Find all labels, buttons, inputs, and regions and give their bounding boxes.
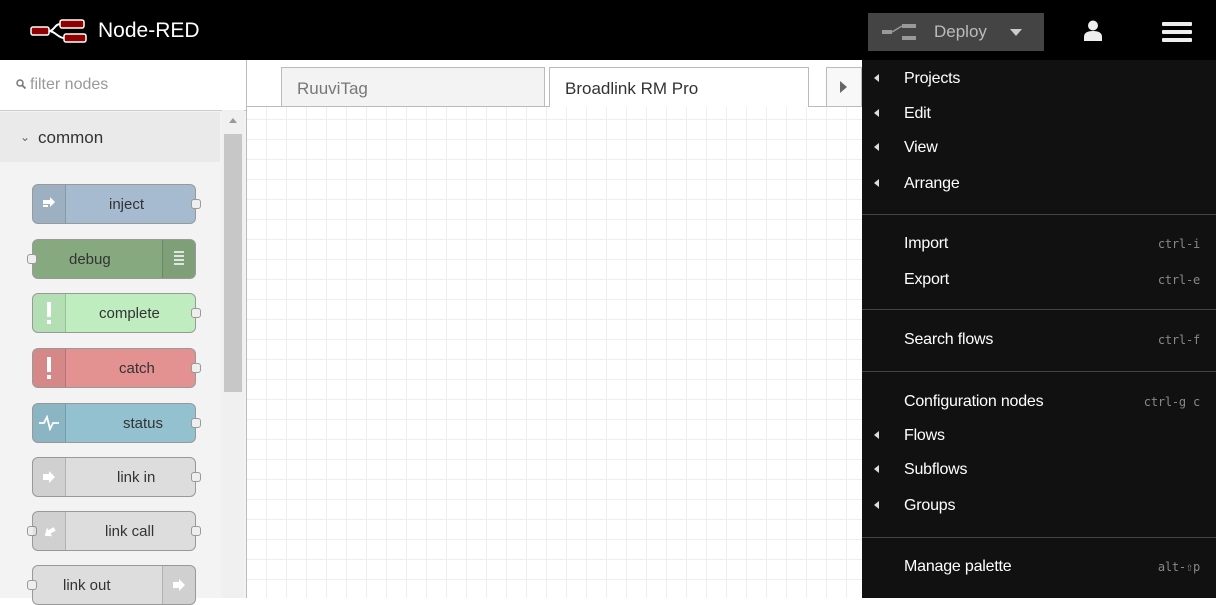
submenu-arrow-icon	[874, 179, 879, 187]
scroll-up-arrow-icon[interactable]	[229, 118, 237, 123]
menu-item-export[interactable]: Export ctrl-e	[862, 263, 1216, 297]
node-red-logo-icon	[30, 18, 88, 44]
arrow-right-icon	[840, 81, 847, 93]
deploy-button[interactable]: Deploy	[868, 13, 1044, 51]
node-label: debug	[69, 251, 111, 268]
menu-divider	[862, 214, 1216, 215]
filter-nodes-input[interactable]	[30, 72, 230, 98]
shortcut-label: alt-⇧p	[1157, 560, 1200, 574]
tab-label: Broadlink RM Pro	[565, 79, 699, 98]
output-port	[191, 418, 201, 428]
deploy-icon	[882, 22, 918, 42]
menu-item-edit[interactable]: Edit	[862, 97, 1216, 131]
tab-broadlink-rm-pro[interactable]: Broadlink RM Pro	[549, 67, 809, 107]
node-label: complete	[99, 305, 160, 322]
palette-node-link-in[interactable]: link in	[32, 457, 201, 497]
menu-divider	[862, 371, 1216, 372]
shortcut-label: ctrl-i	[1157, 237, 1200, 251]
chevron-down-icon: ⌄	[20, 130, 31, 144]
hamburger-menu-icon[interactable]	[1162, 22, 1192, 42]
submenu-arrow-icon	[874, 74, 879, 82]
palette-scrollbar[interactable]	[222, 110, 244, 598]
tab-ruuvitag[interactable]: RuuviTag	[281, 67, 545, 106]
menu-item-groups[interactable]: Groups	[862, 489, 1216, 523]
exclamation-icon	[33, 349, 66, 387]
palette-filter	[0, 60, 246, 111]
submenu-arrow-icon	[874, 431, 879, 439]
palette-node-link-out[interactable]: link out	[27, 565, 196, 605]
node-label: link call	[105, 523, 155, 540]
caret-down-icon[interactable]	[1010, 29, 1022, 36]
link-out-icon	[162, 566, 195, 604]
node-label: inject	[109, 196, 145, 213]
user-icon[interactable]	[1082, 20, 1104, 42]
app-title: Node-RED	[98, 19, 200, 42]
output-port	[191, 363, 201, 373]
tab-scroll-right-button[interactable]	[826, 67, 862, 106]
output-port	[191, 472, 201, 482]
scrollbar-thumb[interactable]	[224, 134, 242, 392]
output-port	[191, 199, 201, 209]
inject-icon	[33, 185, 66, 223]
menu-item-configuration-nodes[interactable]: Configuration nodes ctrl-g c	[862, 385, 1216, 419]
main-menu-dropdown: Projects Edit View Arrange Import ctrl-i…	[862, 60, 1216, 598]
palette-node-debug[interactable]: debug	[27, 239, 196, 279]
menu-item-import[interactable]: Import ctrl-i	[862, 227, 1216, 261]
exclamation-icon	[33, 294, 66, 332]
menu-divider	[862, 309, 1216, 310]
tab-label: RuuviTag	[297, 79, 368, 98]
shortcut-label: ctrl-g c	[1143, 395, 1200, 409]
menu-item-arrange[interactable]: Arrange	[862, 167, 1216, 201]
menu-divider	[862, 537, 1216, 538]
menu-item-manage-palette[interactable]: Manage palette alt-⇧p	[862, 550, 1216, 584]
deploy-label: Deploy	[934, 22, 987, 41]
node-label: link out	[63, 577, 111, 594]
workspace-tabs: RuuviTag Broadlink RM Pro	[247, 60, 862, 107]
menu-item-flows[interactable]: Flows	[862, 419, 1216, 453]
submenu-arrow-icon	[874, 501, 879, 509]
header-bar: Node-RED Deploy	[0, 0, 1216, 60]
submenu-arrow-icon	[874, 109, 879, 117]
submenu-arrow-icon	[874, 465, 879, 473]
category-label: common	[38, 128, 104, 147]
palette-node-inject[interactable]: inject	[32, 184, 201, 224]
pulse-icon	[33, 404, 66, 442]
menu-item-view[interactable]: View	[862, 131, 1216, 165]
palette-node-complete[interactable]: complete	[32, 293, 201, 333]
shortcut-label: ctrl-f	[1157, 333, 1200, 347]
palette-node-status[interactable]: status	[32, 403, 201, 443]
search-icon	[16, 79, 26, 89]
palette-node-link-call[interactable]: link call	[27, 511, 201, 551]
node-label: catch	[119, 360, 155, 377]
link-in-icon	[33, 458, 66, 496]
logo: Node-RED	[30, 18, 200, 44]
input-port	[27, 254, 37, 264]
palette-category-common[interactable]: ⌄ common	[0, 112, 220, 162]
flow-workspace-canvas[interactable]	[247, 107, 862, 598]
debug-list-icon	[162, 240, 195, 278]
node-palette: ⌄ common inject debug complete catch	[0, 60, 247, 605]
menu-item-projects[interactable]: Projects	[862, 62, 1216, 96]
menu-item-search-flows[interactable]: Search flows ctrl-f	[862, 323, 1216, 357]
submenu-arrow-icon	[874, 143, 879, 151]
node-label: status	[123, 415, 164, 432]
link-call-icon	[33, 512, 66, 550]
node-label: link in	[117, 469, 156, 486]
input-port	[27, 580, 37, 590]
output-port	[191, 308, 201, 318]
palette-node-catch[interactable]: catch	[32, 348, 201, 388]
menu-item-subflows[interactable]: Subflows	[862, 453, 1216, 487]
shortcut-label: ctrl-e	[1157, 273, 1200, 287]
output-port	[191, 526, 201, 536]
